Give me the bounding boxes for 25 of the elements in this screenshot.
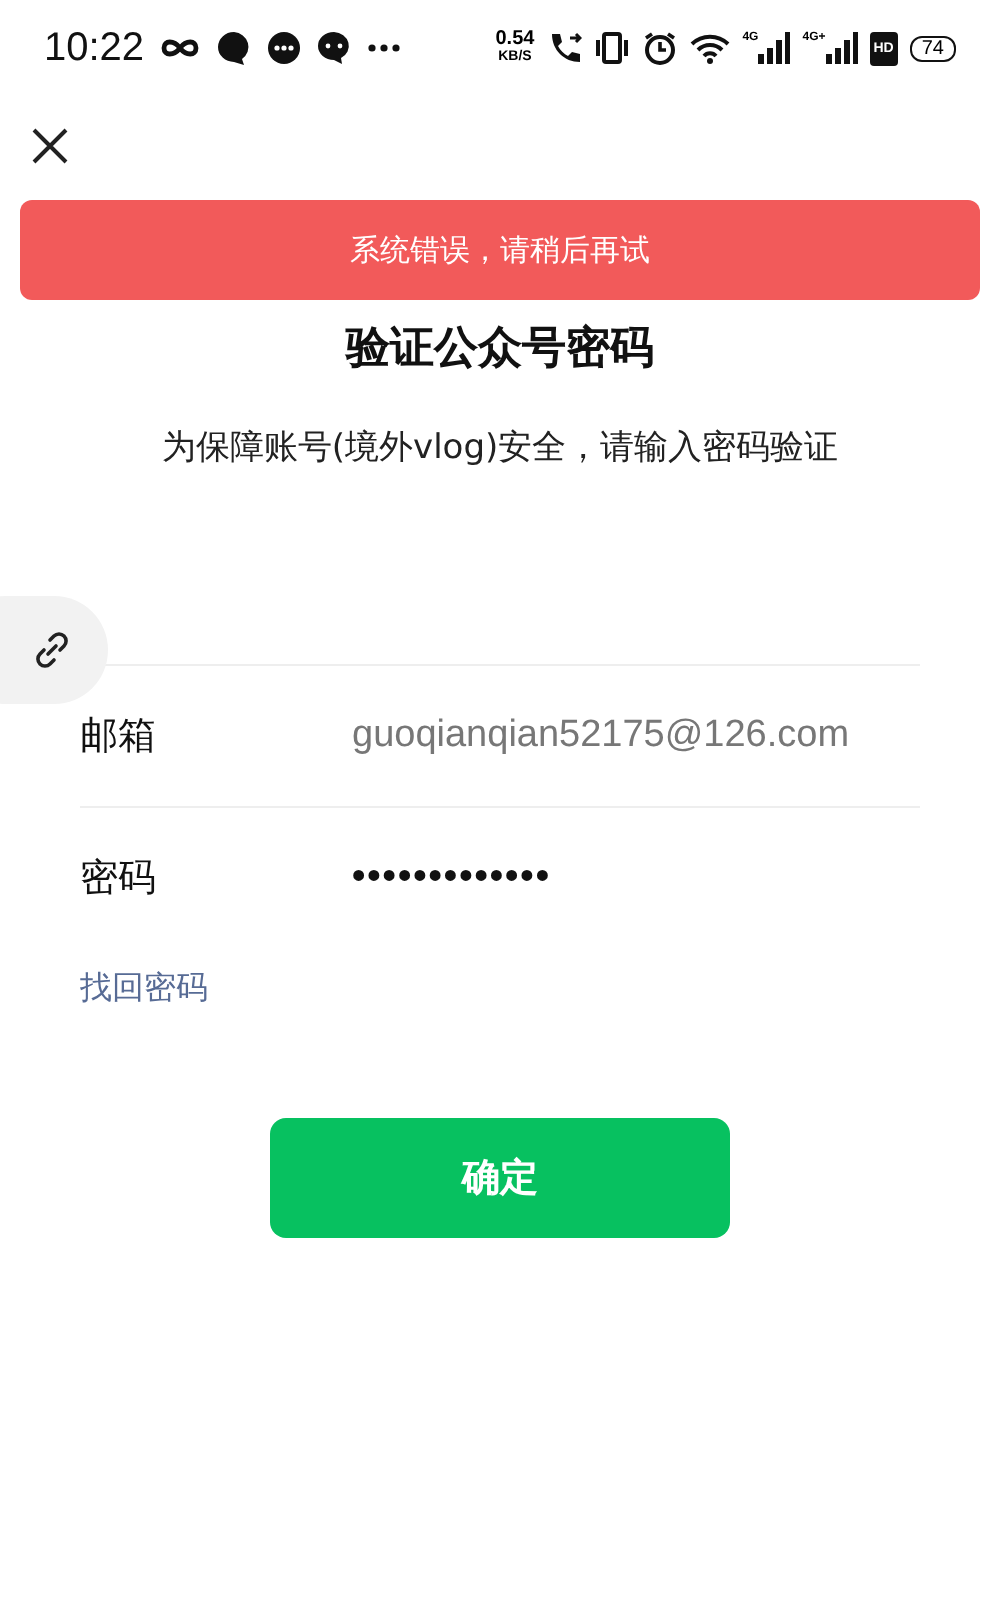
clock-time: 10:22 xyxy=(44,25,145,71)
vibrate-icon xyxy=(594,30,631,66)
signal-icon xyxy=(825,32,858,64)
page-title: 验证公众号密码 xyxy=(343,321,656,378)
link-icon xyxy=(32,630,72,670)
network-speed: 0.54 xyxy=(495,30,535,48)
close-icon xyxy=(30,126,70,166)
more-icon xyxy=(366,42,403,54)
phone-icon xyxy=(546,30,583,66)
email-field[interactable]: guoqianqian52175@126.com xyxy=(352,714,920,758)
battery-level: 74 xyxy=(909,35,956,61)
description-text: 为保障账号(境外vlog)安全，请输入密码验证 xyxy=(159,426,841,472)
bubble-icon xyxy=(216,30,253,66)
alarm-icon xyxy=(642,30,679,66)
error-toast: 系统错误，请稍后再试 xyxy=(20,200,980,300)
signal-icon xyxy=(758,32,791,64)
close-button[interactable] xyxy=(28,124,72,168)
password-field[interactable]: ••••••••••••• xyxy=(352,856,920,900)
field-label: 密码 xyxy=(80,854,158,904)
field-label: 邮箱 xyxy=(80,712,158,762)
forgot-password-link[interactable]: 找回密码 xyxy=(80,968,208,1010)
infinity-icon xyxy=(158,34,203,62)
chat-icon xyxy=(266,30,303,66)
wifi-icon xyxy=(690,32,731,64)
chat-icon xyxy=(316,30,353,66)
